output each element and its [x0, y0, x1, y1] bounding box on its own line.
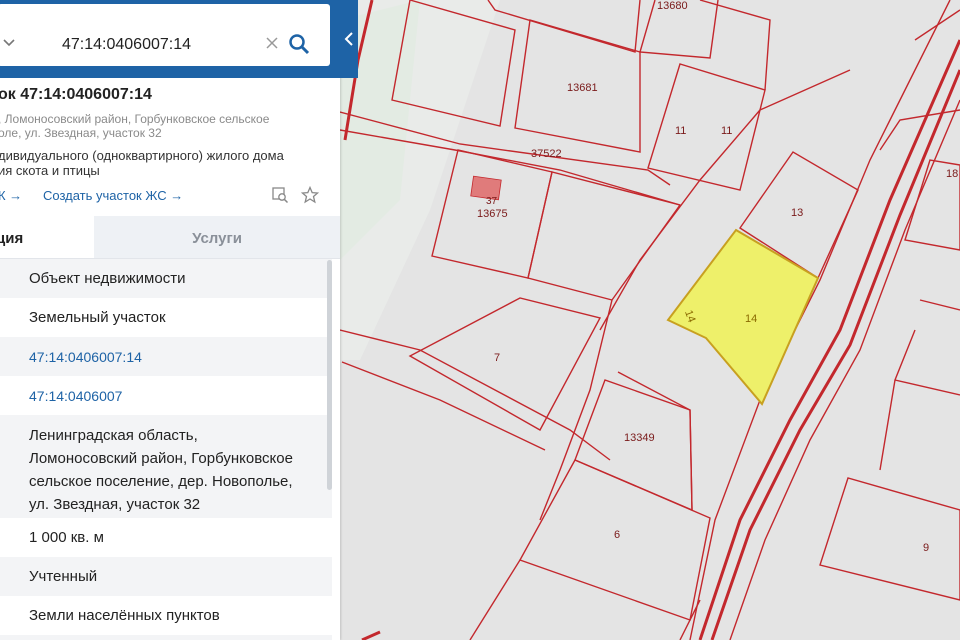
row-area: 1 000 кв. м — [29, 529, 104, 546]
k-link[interactable]: К → — [0, 188, 22, 203]
card-usage-line-2: ия скота и птицы — [0, 163, 100, 178]
parcel-label-13680[interactable]: 13680 — [657, 0, 688, 12]
parcel-label-7[interactable]: 7 — [494, 352, 500, 364]
tab-info-label: ция — [0, 230, 24, 247]
chevron-down-icon[interactable] — [2, 36, 16, 50]
row-object-type: Объект недвижимости — [0, 259, 332, 298]
parcel-label-11a[interactable]: 11 — [675, 125, 686, 137]
row-next — [0, 635, 332, 640]
search-icon[interactable] — [288, 33, 310, 55]
card-address-line-1: , Ломоносовский район, Горбунковское сел… — [0, 112, 270, 126]
create-plot-link[interactable]: Создать участок ЖС → — [43, 188, 183, 203]
search-input-value[interactable]: 47:14:0406007:14 — [62, 36, 191, 54]
card-usage-line-1: дивидуального (одноквартирного) жилого д… — [0, 148, 284, 163]
search-bar: 47:14:0406007:14 — [0, 0, 340, 78]
tab-services[interactable]: Услуги — [94, 216, 340, 258]
card-address-line-2: оле, ул. Звездная, участок 32 — [0, 126, 162, 140]
row-cadastral-quarter[interactable]: 47:14:0406007 — [0, 376, 332, 415]
parcel-label-37522[interactable]: 37522 — [531, 148, 562, 160]
map-canvas[interactable]: 13680 13681 37522 11 11 37 13675 13 14 1… — [340, 0, 960, 640]
parcel-label-6[interactable]: 6 — [614, 529, 620, 541]
row-cadastral-number[interactable]: 47:14:0406007:14 — [0, 337, 332, 376]
row-land-category: Земли населённых пунктов — [29, 607, 220, 624]
parcel-label-14[interactable]: 14 — [745, 313, 757, 325]
map-search-icon[interactable] — [271, 186, 289, 204]
row-status: Учтенный — [0, 557, 332, 596]
info-panel: 47:14:0406007:14 ок 47:14:0406007:14 , Л… — [0, 0, 340, 640]
card-title: ок 47:14:0406007:14 — [0, 86, 152, 103]
tab-services-label: Услуги — [192, 230, 242, 247]
collapse-panel-button[interactable] — [340, 0, 358, 78]
parcel-label-18[interactable]: 18 — [946, 168, 958, 180]
panel-scrollbar[interactable] — [327, 260, 332, 490]
cadastral-map[interactable]: 13680 13681 37522 11 11 37 13675 13 14 1… — [340, 0, 960, 640]
star-icon[interactable] — [301, 186, 319, 204]
parcel-label-11b[interactable]: 11 — [721, 125, 732, 137]
parcel-label-13681[interactable]: 13681 — [567, 82, 598, 94]
parcel-label-13[interactable]: 13 — [791, 207, 803, 219]
row-object-kind: Земельный участок — [29, 309, 166, 326]
tab-bar: ция Услуги — [0, 216, 340, 259]
row-address: Ленинградская область, Ломоносовский рай… — [0, 415, 332, 518]
clear-icon[interactable] — [264, 35, 280, 51]
building-label-37[interactable]: 37 — [486, 196, 498, 207]
parcel-label-13349[interactable]: 13349 — [624, 432, 655, 444]
search-input[interactable]: 47:14:0406007:14 — [0, 4, 330, 66]
tab-info[interactable]: ция — [0, 216, 94, 258]
parcel-label-9[interactable]: 9 — [923, 542, 929, 554]
parcel-label-13675[interactable]: 13675 — [477, 208, 508, 220]
